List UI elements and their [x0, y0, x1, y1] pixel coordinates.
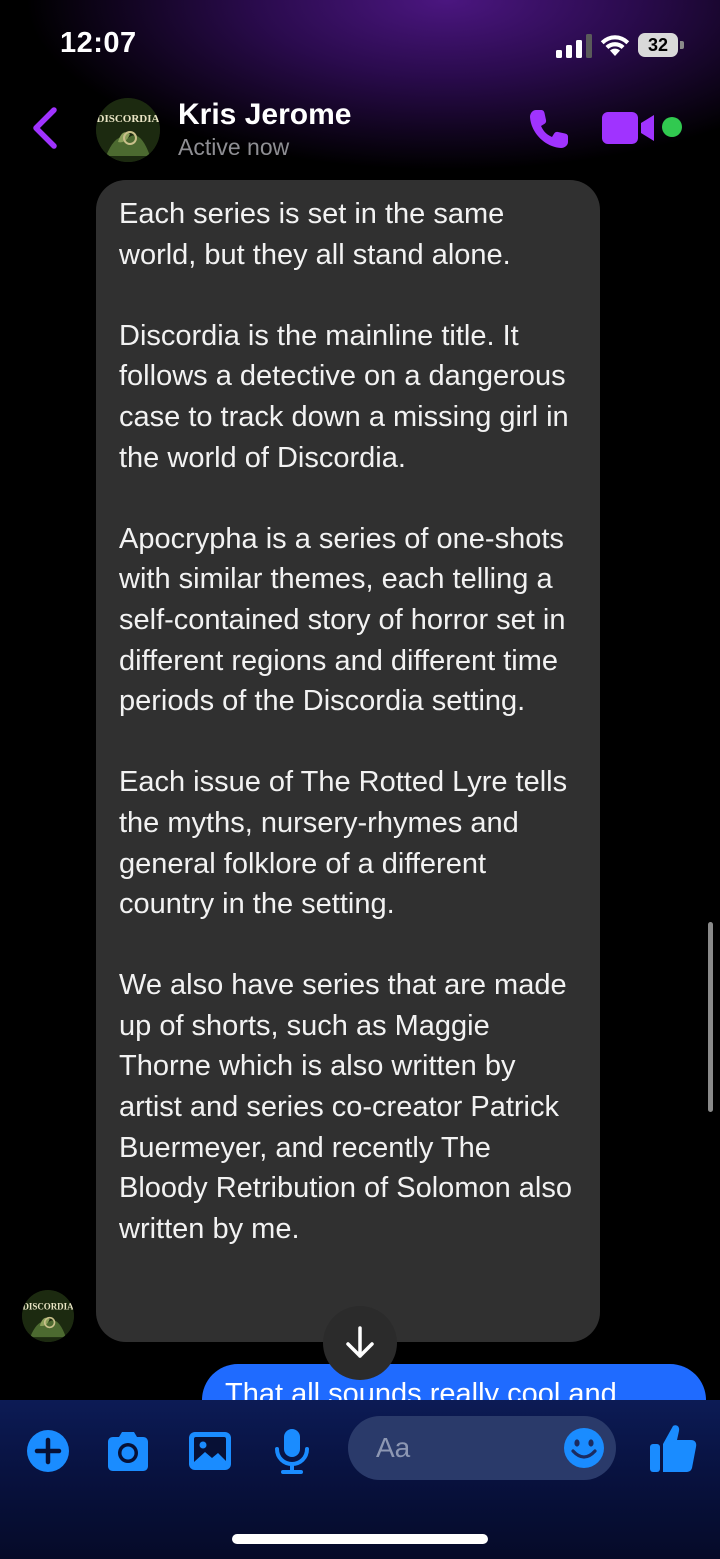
message-input-placeholder: Aa	[376, 1432, 411, 1463]
discordia-logo-icon: DISCORDIA	[22, 1290, 74, 1342]
arrow-down-icon	[346, 1326, 374, 1358]
message-input[interactable]: Aa	[348, 1416, 616, 1480]
message-paragraph: Discordia is the mainline title. It foll…	[119, 319, 569, 474]
battery-level: 32	[638, 33, 678, 57]
status-bar: 12:07 32	[0, 0, 720, 88]
scroll-to-bottom-button[interactable]	[323, 1306, 397, 1380]
battery-indicator: 32	[638, 33, 684, 57]
plus-circle-icon[interactable]	[24, 1428, 72, 1474]
video-camera-icon[interactable]	[602, 110, 658, 146]
phone-icon[interactable]	[526, 106, 572, 152]
camera-icon[interactable]	[104, 1428, 152, 1474]
message-paragraph: Each issue of The Rotted Lyre tells the …	[119, 766, 568, 921]
message-paragraph: Each series is set in the same world, bu…	[119, 198, 511, 271]
home-indicator[interactable]	[232, 1534, 488, 1544]
contact-name[interactable]: Kris Jerome	[178, 98, 351, 132]
battery-tip	[680, 41, 684, 49]
chat-header: DISCORDIA Kris Jerome Active now	[0, 88, 720, 170]
discordia-logo-icon: DISCORDIA	[96, 98, 160, 162]
message-paragraph: We also have series that are made up of …	[119, 969, 572, 1245]
smiley-icon[interactable]	[562, 1426, 606, 1470]
chevron-left-icon[interactable]	[28, 106, 64, 150]
contact-status: Active now	[178, 134, 290, 160]
contact-avatar[interactable]: DISCORDIA	[96, 98, 160, 162]
cellular-signal-icon	[556, 34, 592, 58]
avatar-logo-text: DISCORDIA	[97, 113, 160, 125]
thumbs-up-icon[interactable]	[648, 1422, 698, 1474]
message-paragraph: Apocrypha is a series of one-shots with …	[119, 522, 566, 718]
incoming-message-bubble[interactable]: Each series is set in the same world, bu…	[96, 180, 600, 1342]
avatar-logo-text: DISCORDIA	[22, 1302, 74, 1312]
status-time: 12:07	[60, 27, 137, 59]
online-status-dot	[662, 117, 682, 137]
sender-avatar[interactable]: DISCORDIA	[22, 1290, 74, 1342]
wifi-icon	[600, 35, 630, 56]
microphone-icon[interactable]	[268, 1428, 316, 1474]
image-icon[interactable]	[186, 1428, 234, 1474]
scrollbar[interactable]	[708, 922, 713, 1112]
